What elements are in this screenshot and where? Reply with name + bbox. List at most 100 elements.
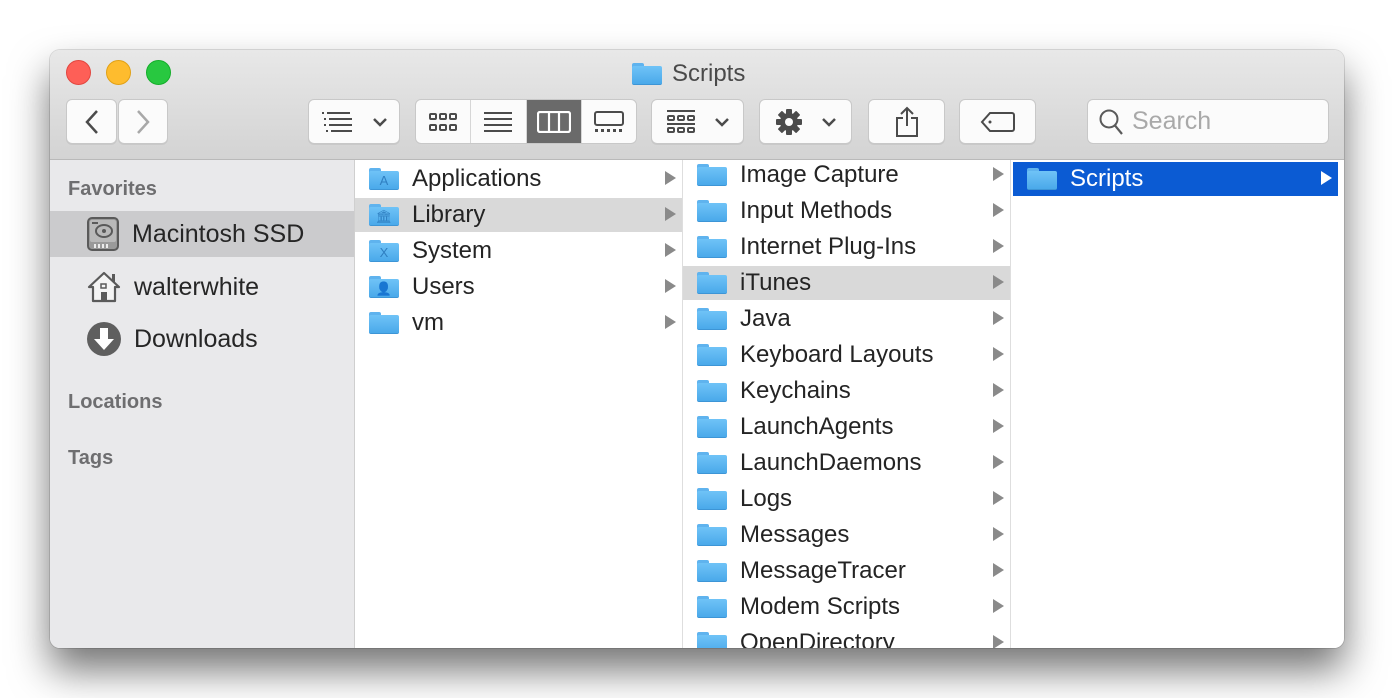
chevron-down-icon [714,117,729,127]
disclosure-arrow-icon [665,243,676,257]
arrange-grid-icon [666,109,695,133]
list-item[interactable]: MessageTracer [683,554,1010,588]
list-item-label: Scripts [1070,165,1144,192]
disclosure-arrow-icon [665,171,676,185]
action-button[interactable] [759,99,852,144]
list-item[interactable]: Keyboard Layouts [683,338,1010,372]
sidebar-item-walterwhite[interactable]: walterwhite [50,264,354,310]
sidebar: Favorites Macintosh SSD walterwhite Down… [50,160,355,648]
folder-icon: 👤 [369,276,399,298]
search-input[interactable] [1132,107,1322,136]
list-item[interactable]: Keychains [683,374,1010,408]
folder-icon [697,380,727,402]
search-field[interactable] [1087,99,1329,144]
arrange-button[interactable] [651,99,744,144]
downloads-icon [87,322,121,356]
list-item-label: Library [412,201,486,228]
list-item[interactable]: X System [355,234,682,268]
column-view-icon [536,110,571,133]
list-view-icon [484,111,513,132]
search-icon [1099,109,1123,135]
list-item-label: Java [740,305,791,332]
chevron-down-icon [821,117,836,127]
chevron-left-icon [84,109,98,134]
gallery-view-button[interactable] [582,100,636,143]
list-item[interactable]: Messages [683,518,1010,552]
minimize-button[interactable] [106,60,131,85]
home-icon [87,271,121,303]
list-item[interactable]: Internet Plug-Ins [683,230,1010,264]
list-item-label: Messages [740,521,850,548]
hard-drive-icon [87,217,119,251]
folder-icon [697,632,727,648]
disclosure-arrow-icon [993,311,1004,325]
disclosure-arrow-icon [993,491,1004,505]
sidebar-item-macintosh-ssd[interactable]: Macintosh SSD [50,211,354,257]
folder-icon: X [369,240,399,262]
list-item[interactable]: Java [683,302,1010,336]
list-item-label: LaunchAgents [740,413,894,440]
disclosure-arrow-icon [993,635,1004,648]
zoom-button[interactable] [146,60,171,85]
list-item-label: OpenDirectory [740,629,895,648]
list-item-label: Keychains [740,377,851,404]
list-item[interactable]: Scripts [1013,162,1338,196]
list-item[interactable]: vm [355,306,682,340]
folder-icon [697,272,727,294]
list-item-label: Image Capture [740,161,899,188]
window-title: Scripts [632,59,745,89]
list-item-label: Applications [412,165,542,192]
column-root: A Applications 🏛 Library X System 👤 Users vm [355,160,683,648]
folder-icon [697,596,727,618]
tag-icon [980,111,1015,132]
list-item[interactable]: Modem Scripts [683,590,1010,624]
close-button[interactable] [66,60,91,85]
group-button[interactable] [308,99,400,144]
column-library: Image Capture Input Methods Internet Plug-… [683,160,1011,648]
share-icon [895,106,918,137]
share-button[interactable] [868,99,945,144]
tag-button[interactable] [959,99,1036,144]
list-item[interactable]: Input Methods [683,194,1010,228]
disclosure-arrow-icon [993,383,1004,397]
column-view-button[interactable] [526,100,582,143]
forward-button[interactable] [118,99,168,144]
finder-window: Scripts Search Favorites Macintosh SSD w… [50,50,1344,648]
back-button[interactable] [66,99,117,144]
folder-icon [697,416,727,438]
list-item-label: LaunchDaemons [740,449,922,476]
list-item-label: Logs [740,485,793,512]
list-item-label: MessageTracer [740,557,906,584]
column-itunes: Scripts [1011,160,1344,648]
disclosure-arrow-icon [993,599,1004,613]
list-item-label: Input Methods [740,197,893,224]
locations-heading[interactable]: Locations [68,391,162,414]
icon-view-button[interactable] [416,100,472,143]
folder-icon [697,524,727,546]
list-item[interactable]: 👤 Users [355,270,682,304]
folder-icon: 🏛 [369,204,399,226]
folder-icon [369,312,399,334]
folder-icon [697,200,727,222]
folder-icon [697,308,727,330]
disclosure-arrow-icon [665,315,676,329]
group-list-icon [322,111,352,132]
tags-heading[interactable]: Tags [68,447,113,470]
list-item-label: Users [412,273,475,300]
folder-icon [697,236,727,258]
list-item[interactable]: LaunchAgents [683,410,1010,444]
list-item[interactable]: 🏛 Library [355,198,682,232]
list-item[interactable]: A Applications [355,162,682,196]
sidebar-item-label: walterwhite [134,272,260,301]
folder-icon [697,164,727,186]
list-item[interactable]: Logs [683,482,1010,516]
list-view-button[interactable] [471,100,527,143]
sidebar-item-downloads[interactable]: Downloads [50,316,354,362]
list-item[interactable]: OpenDirectory [683,626,1010,648]
list-item[interactable]: Image Capture [683,160,1010,192]
sidebar-item-label: Macintosh SSD [132,219,305,248]
list-item[interactable]: LaunchDaemons [683,446,1010,480]
list-item[interactable]: iTunes [683,266,1010,300]
disclosure-arrow-icon [665,207,676,221]
folder-icon [697,344,727,366]
